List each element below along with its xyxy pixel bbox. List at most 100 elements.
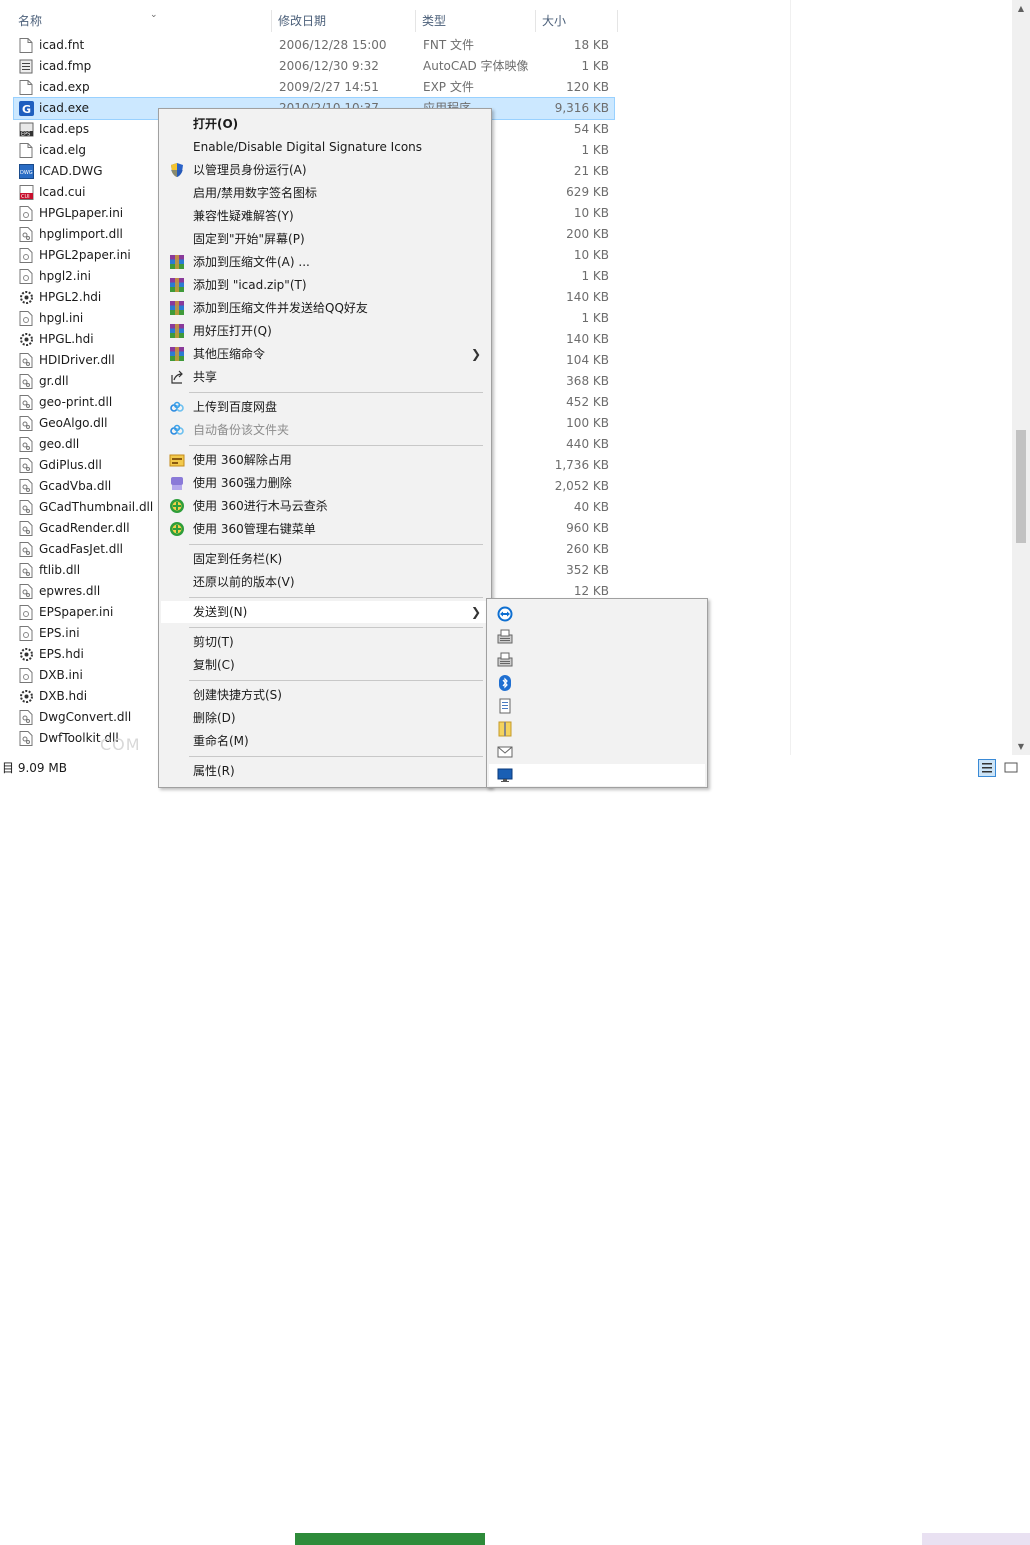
360-shred-icon: [169, 475, 185, 491]
menu-item-label: 上传到百度网盘: [193, 400, 278, 414]
context-menu-menu-item-3[interactable]: 启用/禁用数字签名图标: [161, 182, 489, 204]
scroll-up-icon[interactable]: ▲: [1012, 0, 1030, 17]
file-size: 1 KB: [581, 269, 609, 283]
file-name: icad.fmp: [39, 59, 92, 73]
file-name: EPS.ini: [39, 626, 80, 640]
winrar-icon: [169, 323, 185, 339]
file-name: GeoAlgo.dll: [39, 416, 108, 430]
teamviewer-icon: [497, 606, 513, 622]
send-to-menu-menu-item-2[interactable]: [489, 649, 705, 671]
scroll-thumb[interactable]: [1016, 430, 1026, 543]
menu-item-label: 共享: [193, 370, 218, 384]
context-menu-menu-item-5[interactable]: 固定到"开始"屏幕(P): [161, 228, 489, 250]
svg-text:CUI: CUI: [21, 194, 30, 200]
context-menu-menu-item-2[interactable]: 以管理员身份运行(A): [161, 159, 489, 181]
context-menu-menu-item-21[interactable]: 剪切(T): [161, 631, 489, 653]
menu-item-label: Enable/Disable Digital Signature Icons: [193, 140, 423, 154]
ini-icon: [19, 248, 33, 263]
send-to-menu-menu-item-3[interactable]: [489, 672, 705, 694]
menu-item-label: 用好压打开(Q): [193, 324, 272, 338]
file-name: DwgConvert.dll: [39, 710, 132, 724]
details-view-icon[interactable]: [978, 759, 996, 777]
menu-item-label: 还原以前的版本(V): [193, 575, 295, 589]
file-size: 1 KB: [581, 59, 609, 73]
dll-icon: [19, 563, 33, 578]
dll-icon: [19, 437, 33, 452]
context-menu-menu-item-20[interactable]: 发送到(N) ❯: [161, 601, 489, 623]
scroll-down-icon[interactable]: ▼: [1012, 738, 1030, 755]
file-name: icad.exe: [39, 101, 90, 115]
dll-icon: [19, 710, 33, 725]
context-menu-menu-item-15[interactable]: 使用 360强力删除: [161, 472, 489, 494]
send-to-menu-menu-item-1[interactable]: [489, 626, 705, 648]
zip-folder-icon: [497, 721, 513, 737]
fax-icon: [497, 652, 513, 668]
file-name: EPSpaper.ini: [39, 605, 114, 619]
send-to-menu-menu-item-7[interactable]: [489, 764, 705, 786]
taskbar-strip-right: [922, 1533, 1030, 1545]
context-menu-menu-item-24[interactable]: 删除(D): [161, 707, 489, 729]
context-menu-menu-item-0[interactable]: 打开(O): [161, 113, 489, 135]
file-size: 10 KB: [573, 206, 609, 220]
send-to-menu-menu-item-5[interactable]: [489, 718, 705, 740]
context-menu-menu-item-12[interactable]: 上传到百度网盘: [161, 396, 489, 418]
menu-item-label: 使用 360解除占用: [193, 453, 292, 467]
vertical-scrollbar[interactable]: ▲ ▼: [1012, 0, 1030, 755]
context-menu-menu-item-16[interactable]: 使用 360进行木马云查杀: [161, 495, 489, 517]
winrar-icon: [169, 254, 185, 270]
cui-icon: CUI: [19, 185, 34, 200]
hdi-gear-icon: [19, 332, 33, 347]
dll-icon: [19, 731, 33, 746]
send-to-menu-menu-item-0[interactable]: [489, 603, 705, 625]
context-menu-menu-item-18[interactable]: 固定到任务栏(K): [161, 548, 489, 570]
context-menu-menu-item-26[interactable]: 属性(R): [161, 760, 489, 782]
context-menu-menu-item-6[interactable]: 添加到压缩文件(A) ...: [161, 251, 489, 273]
column-type[interactable]: 类型: [416, 10, 536, 32]
context-menu-menu-item-19[interactable]: 还原以前的版本(V): [161, 571, 489, 593]
file-size: 9,316 KB: [554, 101, 609, 115]
file-size: 100 KB: [566, 416, 609, 430]
menu-item-label: 发送到(N): [193, 605, 248, 619]
file-size: 1 KB: [581, 311, 609, 325]
context-menu-menu-item-9[interactable]: 用好压打开(Q): [161, 320, 489, 342]
large-icons-view-icon[interactable]: [1002, 759, 1020, 777]
column-date[interactable]: 修改日期: [272, 10, 416, 32]
context-menu-menu-item-10[interactable]: 其他压缩命令 ❯: [161, 343, 489, 365]
context-menu-menu-item-1[interactable]: Enable/Disable Digital Signature Icons: [161, 136, 489, 158]
send-to-submenu: [486, 598, 708, 788]
context-menu-menu-item-17[interactable]: 使用 360管理右键菜单: [161, 518, 489, 540]
context-menu-menu-item-14[interactable]: 使用 360解除占用: [161, 449, 489, 471]
context-menu-menu-item-22[interactable]: 复制(C): [161, 654, 489, 676]
menu-item-label: 固定到任务栏(K): [193, 552, 283, 566]
mail-icon: [497, 744, 513, 760]
context-menu-menu-item-7[interactable]: 添加到 "icad.zip"(T): [161, 274, 489, 296]
file-name: geo-print.dll: [39, 395, 113, 409]
watermark: COM: [100, 735, 141, 754]
file-row[interactable]: icad.exp 2009/2/27 14:51 EXP 文件 120 KB: [14, 77, 614, 98]
menu-item-label: 创建快捷方式(S): [193, 688, 282, 702]
context-menu-menu-item-8[interactable]: 添加到压缩文件并发送给QQ好友: [161, 297, 489, 319]
context-menu-menu-item-11[interactable]: 共享: [161, 366, 489, 388]
context-menu-menu-item-23[interactable]: 创建快捷方式(S): [161, 684, 489, 706]
ini-icon: [19, 626, 33, 641]
file-row[interactable]: icad.fmp 2006/12/30 9:32 AutoCAD 字体映像 1 KB: [14, 56, 614, 77]
uac-shield-icon: [169, 162, 185, 178]
file-name: HPGL2.hdi: [39, 290, 102, 304]
context-menu-menu-item-4[interactable]: 兼容性疑难解答(Y): [161, 205, 489, 227]
column-header: 名称 ⌄ 修改日期 类型 大小: [0, 10, 618, 32]
send-to-menu-menu-item-4[interactable]: [489, 695, 705, 717]
file-size: 452 KB: [566, 395, 609, 409]
column-size[interactable]: 大小: [536, 10, 618, 32]
menu-item-label: 属性(R): [193, 764, 235, 778]
font-map-icon: [19, 59, 33, 74]
file-name: hpglimport.dll: [39, 227, 123, 241]
documents-icon: [497, 698, 513, 714]
send-to-menu-menu-item-6[interactable]: [489, 741, 705, 763]
file-row[interactable]: icad.fnt 2006/12/28 15:00 FNT 文件 18 KB: [14, 35, 614, 56]
chevron-right-icon: ❯: [470, 605, 481, 619]
context-menu-menu-item-25[interactable]: 重命名(M): [161, 730, 489, 752]
menu-separator: [189, 627, 483, 628]
column-name[interactable]: 名称 ⌄: [12, 10, 272, 32]
menu-item-label: 剪切(T): [193, 635, 234, 649]
dll-icon: [19, 227, 33, 242]
